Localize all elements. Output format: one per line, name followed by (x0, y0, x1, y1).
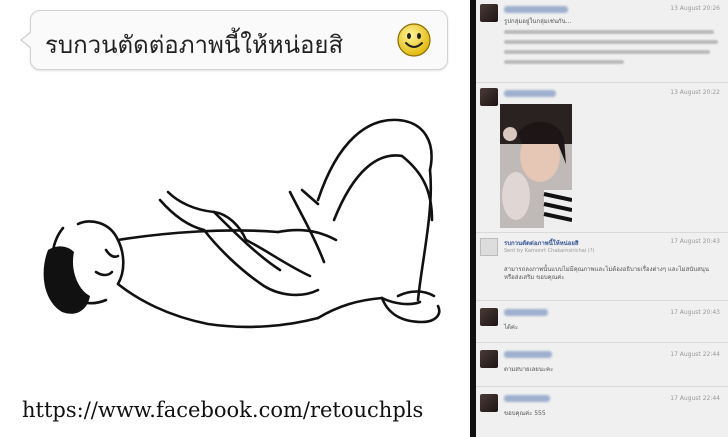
message-date: 17 August 22:44 (670, 395, 720, 402)
chat-message: 13 August 20:26 รูปกลุ่มอยู่ในกลุ่มเช่นก… (476, 0, 728, 83)
message-text: ได้ค่ะ (504, 324, 519, 331)
message-text: ขอบคุณค่ะ 555 (504, 410, 546, 417)
chat-message: 17 August 20:43 ได้ค่ะ (476, 300, 728, 343)
chat-message: 17 August 22:44 ตามสบายเลยนะคะ (476, 342, 728, 387)
chat-message: 17 August 22:44 ขอบคุณค่ะ 555 (476, 386, 728, 437)
blurred-text-line (504, 30, 714, 34)
message-date: 13 August 20:22 (670, 89, 720, 96)
message-date: 17 August 22:44 (670, 351, 720, 358)
avatar (480, 4, 498, 22)
message-date: 17 August 20:43 (670, 309, 720, 316)
chat-screenshot: 13 August 20:26 รูปกลุ่มอยู่ในกลุ่มเช่นก… (476, 0, 728, 437)
sent-by-text: Sent by Kamonrt Chakarnsirichai (?) (504, 248, 595, 254)
chat-message: รบกวนตัดต่อภาพนี้ให้หน่อยสิ 17 August 20… (476, 232, 728, 301)
blurred-name (504, 90, 556, 97)
smiley-face-icon (397, 23, 431, 57)
page-name-link[interactable]: รบกวนตัดต่อภาพนี้ให้หน่อยสิ (504, 238, 579, 248)
lying-man-drawing (43, 118, 441, 329)
source-url[interactable]: https://www.facebook.com/retouchpls (22, 398, 423, 422)
blurred-name (504, 351, 552, 358)
blurred-name (504, 309, 548, 316)
meme-panel: รบกวนตัดต่อภาพนี้ให้หน่อยสิ https://www.… (0, 0, 470, 437)
avatar (480, 350, 498, 368)
page-icon (480, 238, 498, 256)
message-text: ตามสบายเลยนะคะ (504, 366, 554, 373)
avatar (480, 88, 498, 106)
blurred-name (504, 395, 550, 402)
attached-photo[interactable] (500, 104, 572, 228)
avatar (480, 308, 498, 326)
blurred-text-line (504, 50, 710, 54)
caption-text: รบกวนตัดต่อภาพนี้ให้หน่อยสิ (45, 31, 344, 59)
message-date: 17 August 20:43 (670, 238, 720, 245)
caption-bubble: รบกวนตัดต่อภาพนี้ให้หน่อยสิ (20, 10, 448, 70)
portrait-photo-image (500, 104, 572, 228)
blurred-text-line (504, 60, 624, 64)
message-text: รูปกลุ่มอยู่ในกลุ่มเช่นกัน... (504, 18, 572, 25)
message-date: 13 August 20:26 (670, 5, 720, 12)
blurred-name (504, 6, 568, 13)
avatar (480, 394, 498, 412)
message-text: สามารถลงภาพนั้นแบบไม่มีคุณภาพและไม่ต้องอ… (504, 266, 710, 281)
blurred-text-line (504, 40, 718, 44)
